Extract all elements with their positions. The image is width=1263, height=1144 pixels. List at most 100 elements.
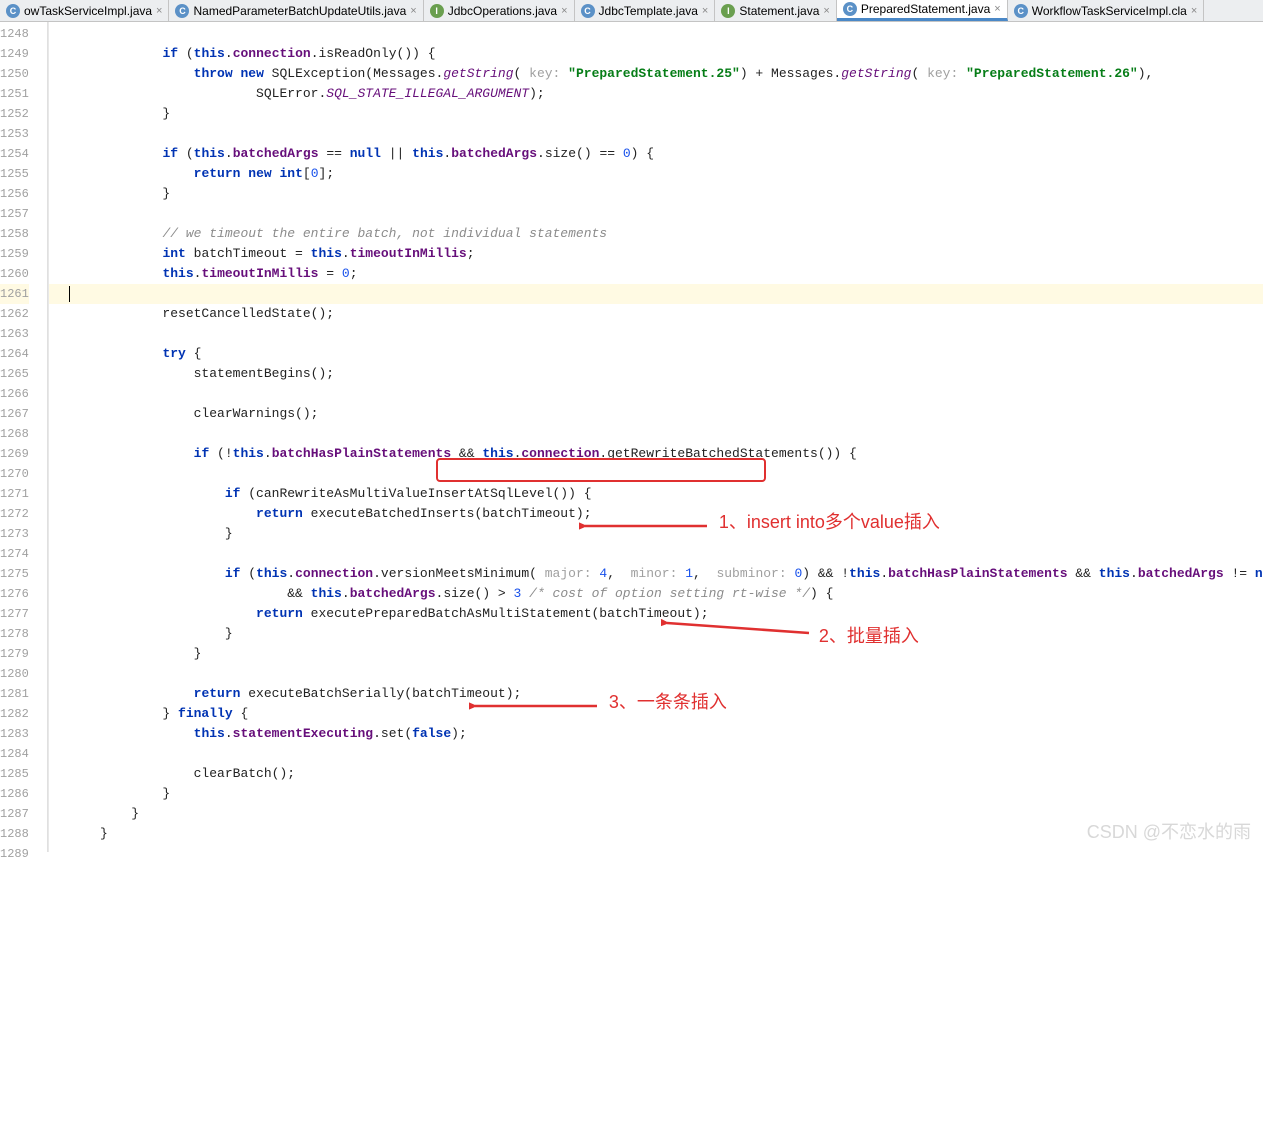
line-number: 1276 [0, 584, 29, 604]
line-number: 1262 [0, 304, 29, 324]
line-number: 1250 [0, 64, 29, 84]
code-line: } finally { [49, 704, 1263, 724]
code-line: } [49, 784, 1263, 804]
line-number: 1286 [0, 784, 29, 804]
line-number: 1283 [0, 724, 29, 744]
code-line: clearBatch(); [49, 764, 1263, 784]
line-number: 1252 [0, 104, 29, 124]
tab-WorkflowTaskServiceImpl.cla[interactable]: C WorkflowTaskServiceImpl.cla × [1008, 0, 1205, 21]
code-line: if (!this.batchHasPlainStatements && thi… [49, 444, 1263, 464]
line-number: 1278 [0, 624, 29, 644]
code-line [49, 744, 1263, 764]
line-number: 1270 [0, 464, 29, 484]
code-line: return executePreparedBatchAsMultiStatem… [49, 604, 1263, 624]
code-area[interactable]: if (this.connection.isReadOnly()) { thro… [49, 22, 1263, 852]
code-line: SQLError.SQL_STATE_ILLEGAL_ARGUMENT); [49, 84, 1263, 104]
close-icon[interactable]: × [156, 5, 162, 17]
tab-JdbcTemplate.java[interactable]: C JdbcTemplate.java × [575, 0, 716, 21]
close-icon[interactable]: × [1191, 5, 1197, 17]
line-number: 1285 [0, 764, 29, 784]
code-line: } [49, 524, 1263, 544]
code-line: } [49, 184, 1263, 204]
line-number: 1287 [0, 804, 29, 824]
line-number: 1266 [0, 384, 29, 404]
line-number: 1255 [0, 164, 29, 184]
line-number: 1254 [0, 144, 29, 164]
close-icon[interactable]: × [561, 5, 567, 17]
code-line [49, 204, 1263, 224]
code-line: int batchTimeout = this.timeoutInMillis; [49, 244, 1263, 264]
code-line: resetCancelledState(); [49, 304, 1263, 324]
line-number: 1259 [0, 244, 29, 264]
code-line: return new int[0]; [49, 164, 1263, 184]
interface-icon: I [721, 4, 735, 18]
code-line: && this.batchedArgs.size() > 3 /* cost o… [49, 584, 1263, 604]
line-number: 1288 [0, 824, 29, 844]
line-number: 1256 [0, 184, 29, 204]
line-number: 1282 [0, 704, 29, 724]
class-icon: C [175, 4, 189, 18]
line-number: 1264 [0, 344, 29, 364]
tab-label: JdbcOperations.java [448, 4, 557, 18]
code-line: return executeBatchedInserts(batchTimeou… [49, 504, 1263, 524]
line-number: 1258 [0, 224, 29, 244]
close-icon[interactable]: × [702, 5, 708, 17]
line-number: 1267 [0, 404, 29, 424]
line-number: 1272 [0, 504, 29, 524]
code-line [49, 664, 1263, 684]
class-icon: C [1014, 4, 1028, 18]
close-icon[interactable]: × [823, 5, 829, 17]
code-line: if (this.batchedArgs == null || this.bat… [49, 144, 1263, 164]
line-number: 1269 [0, 444, 29, 464]
code-line [49, 384, 1263, 404]
tab-label: NamedParameterBatchUpdateUtils.java [193, 4, 406, 18]
code-line: // we timeout the entire batch, not indi… [49, 224, 1263, 244]
code-line: } [49, 624, 1263, 644]
line-number: 1271 [0, 484, 29, 504]
line-number: 1248 [0, 24, 29, 44]
code-line [49, 284, 1263, 304]
code-line [49, 464, 1263, 484]
tab-label: owTaskServiceImpl.java [24, 4, 152, 18]
line-number: 1263 [0, 324, 29, 344]
code-line: if (this.connection.isReadOnly()) { [49, 44, 1263, 64]
code-line: if (canRewriteAsMultiValueInsertAtSqlLev… [49, 484, 1263, 504]
editor-area: 1248124912501251125212531254125512561257… [0, 22, 1263, 852]
code-line [49, 24, 1263, 44]
line-number: 1251 [0, 84, 29, 104]
tab-NamedParameterBatchUpdateUtils.java[interactable]: C NamedParameterBatchUpdateUtils.java × [169, 0, 423, 21]
class-icon: C [843, 2, 857, 16]
line-number: 1275 [0, 564, 29, 584]
code-line: return executeBatchSerially(batchTimeout… [49, 684, 1263, 704]
code-line: throw new SQLException(Messages.getStrin… [49, 64, 1263, 84]
code-line [49, 124, 1263, 144]
tab-label: WorkflowTaskServiceImpl.cla [1032, 4, 1187, 18]
tab-JdbcOperations.java[interactable]: IJdbcOperations.java× [424, 0, 575, 21]
tab-PreparedStatement.java[interactable]: CPreparedStatement.java× [837, 0, 1008, 21]
line-number: 1274 [0, 544, 29, 564]
code-line: } [49, 644, 1263, 664]
tab-Statement.java[interactable]: IStatement.java× [715, 0, 836, 21]
close-icon[interactable]: × [994, 3, 1000, 15]
tab-owTaskServiceImpl.java[interactable]: CowTaskServiceImpl.java × [0, 0, 169, 21]
line-number: 1280 [0, 664, 29, 684]
code-line: statementBegins(); [49, 364, 1263, 384]
code-line: } [49, 104, 1263, 124]
tab-label: JdbcTemplate.java [599, 4, 698, 18]
code-line: try { [49, 344, 1263, 364]
class-icon: C [6, 4, 20, 18]
line-number: 1289 [0, 844, 29, 864]
code-line [49, 324, 1263, 344]
line-number: 1281 [0, 684, 29, 704]
code-line [49, 844, 1263, 864]
code-line: } [49, 824, 1263, 844]
code-line: this.timeoutInMillis = 0; [49, 264, 1263, 284]
line-number: 1279 [0, 644, 29, 664]
line-number: 1249 [0, 44, 29, 64]
code-line: } [49, 804, 1263, 824]
line-number: 1277 [0, 604, 29, 624]
class-icon: C [581, 4, 595, 18]
code-line: this.statementExecuting.set(false); [49, 724, 1263, 744]
line-number: 1260 [0, 264, 29, 284]
close-icon[interactable]: × [410, 5, 416, 17]
